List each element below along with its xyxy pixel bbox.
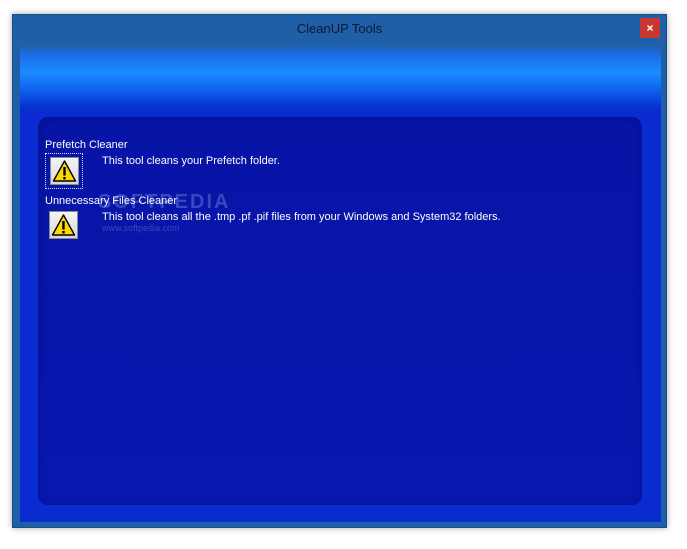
tool-name-prefetch-cleaner: Prefetch Cleaner <box>45 139 128 151</box>
warning-icon <box>49 211 78 239</box>
main-content: SOFTPEDIA www.softpedia.com Prefetch Cle… <box>20 45 661 522</box>
watermark-url: www.softpedia.com <box>102 223 180 233</box>
window-title: CleanUP Tools <box>296 21 383 36</box>
header-banner <box>20 45 661 117</box>
tools-panel <box>38 117 642 505</box>
unnecessary-files-cleaner-button[interactable] <box>45 208 83 244</box>
close-button[interactable]: × <box>640 18 660 38</box>
prefetch-cleaner-button[interactable] <box>45 153 83 189</box>
cleanup-tools-window: CleanUP Tools × SOFTPEDIA www.softpedia.… <box>12 14 667 528</box>
warning-icon <box>50 157 79 185</box>
tool-description-prefetch-cleaner: This tool cleans your Prefetch folder. <box>102 155 280 167</box>
tool-name-unnecessary-files-cleaner: Unnecessary Files Cleaner <box>45 195 178 207</box>
title-bar[interactable]: CleanUP Tools × <box>13 15 666 43</box>
tool-description-unnecessary-files-cleaner: This tool cleans all the .tmp .pf .pif f… <box>102 211 501 223</box>
